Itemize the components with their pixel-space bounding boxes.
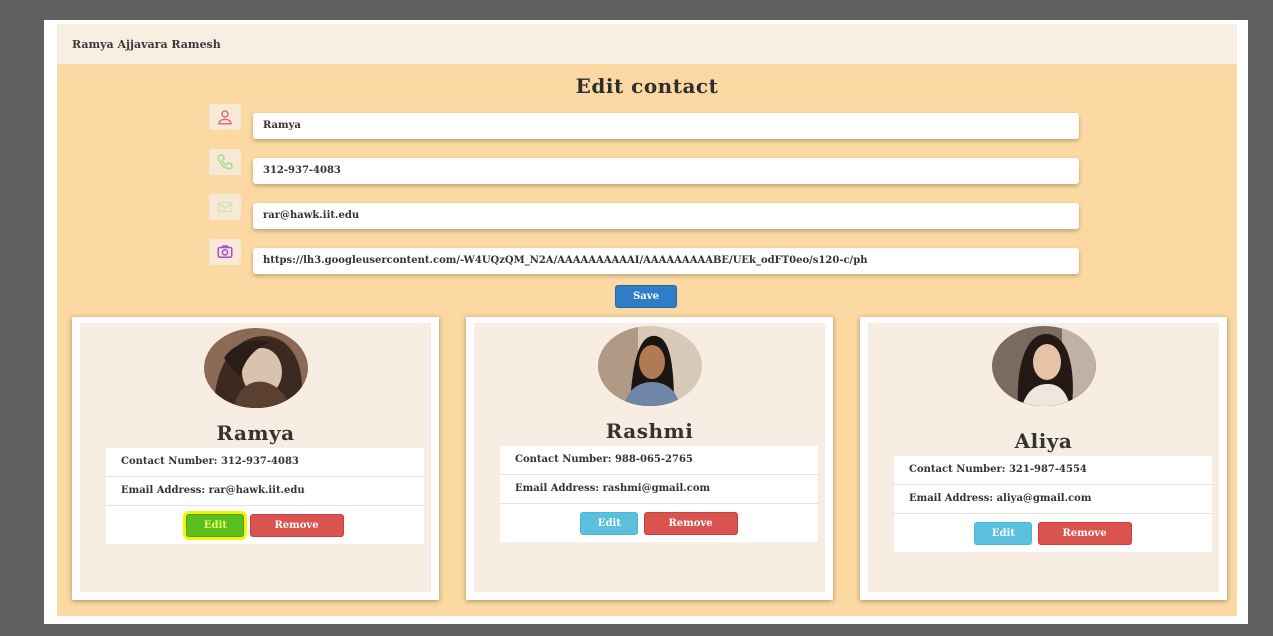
email-field[interactable]: rar@hawk.iit.edu <box>253 203 1079 229</box>
contact-card: Aliya Contact Number: 321-987-4554 Email… <box>860 317 1227 600</box>
avatar <box>991 326 1096 406</box>
contact-number: Contact Number: 321-987-4554 <box>894 456 1212 485</box>
contact-number: Contact Number: 988-065-2765 <box>500 446 818 475</box>
email-address: Email Address: rashmi@gmail.com <box>500 475 818 504</box>
navbar: Ramya Ajjavara Ramesh <box>57 24 1237 64</box>
email-address: Email Address: aliya@gmail.com <box>894 485 1212 514</box>
contact-card: Rashmi Contact Number: 988-065-2765 Emai… <box>466 317 833 600</box>
email-address: Email Address: rar@hawk.iit.edu <box>106 477 424 506</box>
user-name: Ramya Ajjavara Ramesh <box>72 38 221 51</box>
card-actions: Edit Remove <box>500 504 818 542</box>
phone-field[interactable]: 312-937-4083 <box>253 158 1079 184</box>
camera-icon <box>209 239 241 265</box>
contact-name: Aliya <box>1014 429 1073 453</box>
user-icon <box>209 104 241 130</box>
main-content: Edit contact Ramya 312-937-4083 rar@hawk… <box>57 64 1237 616</box>
phone-icon <box>209 149 241 175</box>
name-field[interactable]: Ramya <box>253 113 1079 139</box>
contact-details: Contact Number: 321-987-4554 Email Addre… <box>894 456 1212 552</box>
edit-button[interactable]: Edit <box>974 522 1033 545</box>
app-window: Ramya Ajjavara Ramesh Edit contact Ramya… <box>44 20 1248 624</box>
avatar <box>203 328 308 408</box>
edit-button[interactable]: Edit <box>186 514 245 537</box>
remove-button[interactable]: Remove <box>1037 522 1132 545</box>
contact-name: Rashmi <box>605 419 694 443</box>
contact-details: Contact Number: 312-937-4083 Email Addre… <box>106 448 424 544</box>
edit-button[interactable]: Edit <box>580 512 639 535</box>
card-actions: Edit Remove <box>106 506 424 544</box>
avatar <box>597 326 702 406</box>
save-button[interactable]: Save <box>615 285 677 308</box>
photo-url-field[interactable]: https://lh3.googleusercontent.com/-W4UQz… <box>253 248 1079 274</box>
form-title: Edit contact <box>575 74 719 98</box>
email-icon <box>209 194 241 220</box>
contact-details: Contact Number: 988-065-2765 Email Addre… <box>500 446 818 542</box>
remove-button[interactable]: Remove <box>249 514 344 537</box>
contact-card: Ramya Contact Number: 312-937-4083 Email… <box>72 317 439 600</box>
remove-button[interactable]: Remove <box>643 512 738 535</box>
card-actions: Edit Remove <box>894 514 1212 552</box>
contact-name: Ramya <box>216 421 295 445</box>
contact-number: Contact Number: 312-937-4083 <box>106 448 424 477</box>
